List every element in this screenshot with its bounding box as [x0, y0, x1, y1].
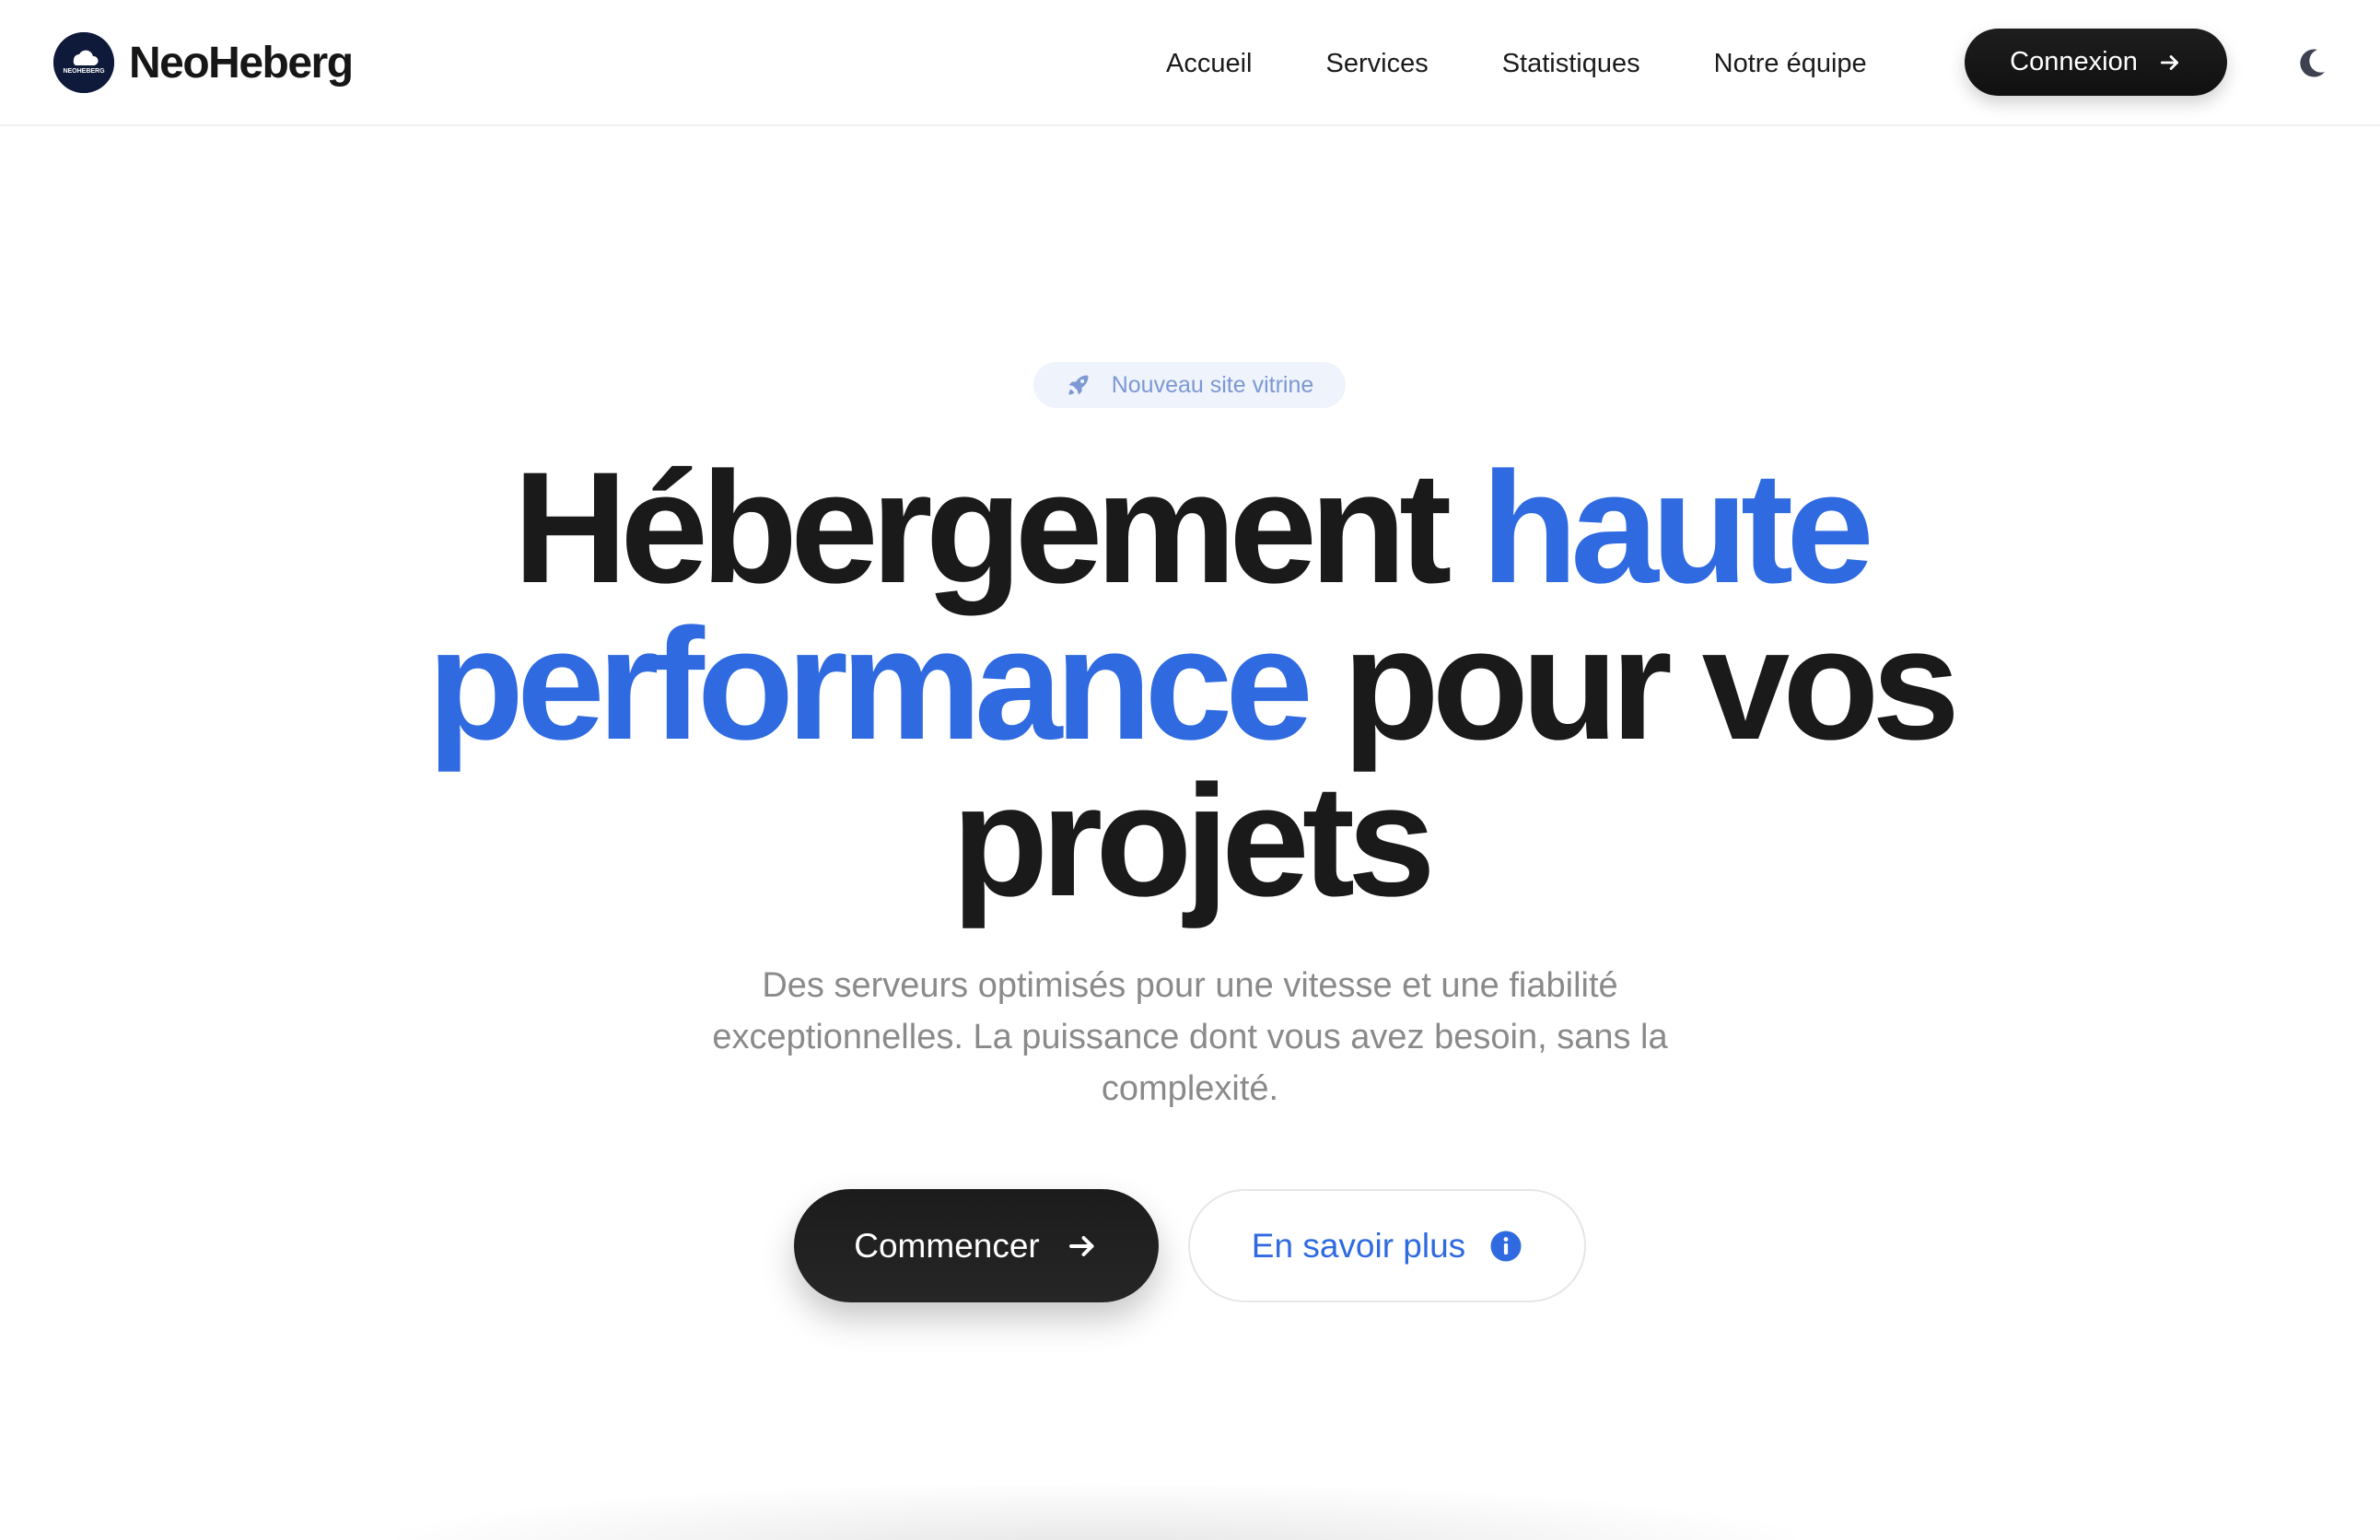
- brand-logo: NEOHEBERG: [53, 32, 114, 93]
- get-started-label: Commencer: [854, 1226, 1040, 1265]
- badge-label: Nouveau site vitrine: [1111, 371, 1314, 398]
- login-button-label: Connexion: [2010, 47, 2138, 76]
- get-started-button[interactable]: Commencer: [794, 1189, 1159, 1302]
- rocket-icon: [1066, 372, 1091, 398]
- login-button[interactable]: Connexion: [1965, 29, 2227, 96]
- main-nav: Accueil Services Statistiques Notre équi…: [1166, 41, 1867, 87]
- brand[interactable]: NEOHEBERG NeoHeberg: [53, 31, 354, 94]
- cloud-icon: [53, 32, 114, 93]
- info-circle-icon: [1489, 1230, 1522, 1263]
- nav-link-equipe[interactable]: Notre équipe: [1714, 49, 1867, 79]
- preview-card-shadow: [396, 1485, 1796, 1540]
- site-header: NEOHEBERG NeoHeberg Accueil Services Sta…: [0, 0, 2380, 126]
- learn-more-button[interactable]: En savoir plus: [1188, 1189, 1586, 1302]
- theme-toggle-button[interactable]: [2293, 44, 2330, 81]
- brand-name: NeoHeberg: [129, 38, 354, 88]
- nav-link-statistiques[interactable]: Statistiques: [1502, 49, 1640, 79]
- hero-title-part1: Hébergement: [513, 439, 1482, 616]
- moon-icon: [2300, 49, 2325, 77]
- logo-text: NEOHEBERG: [63, 68, 105, 75]
- arrow-right-icon: [1066, 1230, 1099, 1263]
- learn-more-label: En savoir plus: [1251, 1226, 1466, 1265]
- hero-title: Hébergement haute performance pour vos p…: [269, 449, 2111, 920]
- nav-link-services[interactable]: Services: [1326, 49, 1429, 79]
- page: NEOHEBERG NeoHeberg Accueil Services Sta…: [0, 0, 2380, 1540]
- hero-subtitle: Des serveurs optimisés pour une vitesse …: [712, 966, 1668, 1108]
- arrow-right-icon: [2158, 51, 2182, 75]
- announcement-badge[interactable]: Nouveau site vitrine: [1033, 362, 1346, 408]
- nav-link-accueil[interactable]: Accueil: [1166, 49, 1253, 79]
